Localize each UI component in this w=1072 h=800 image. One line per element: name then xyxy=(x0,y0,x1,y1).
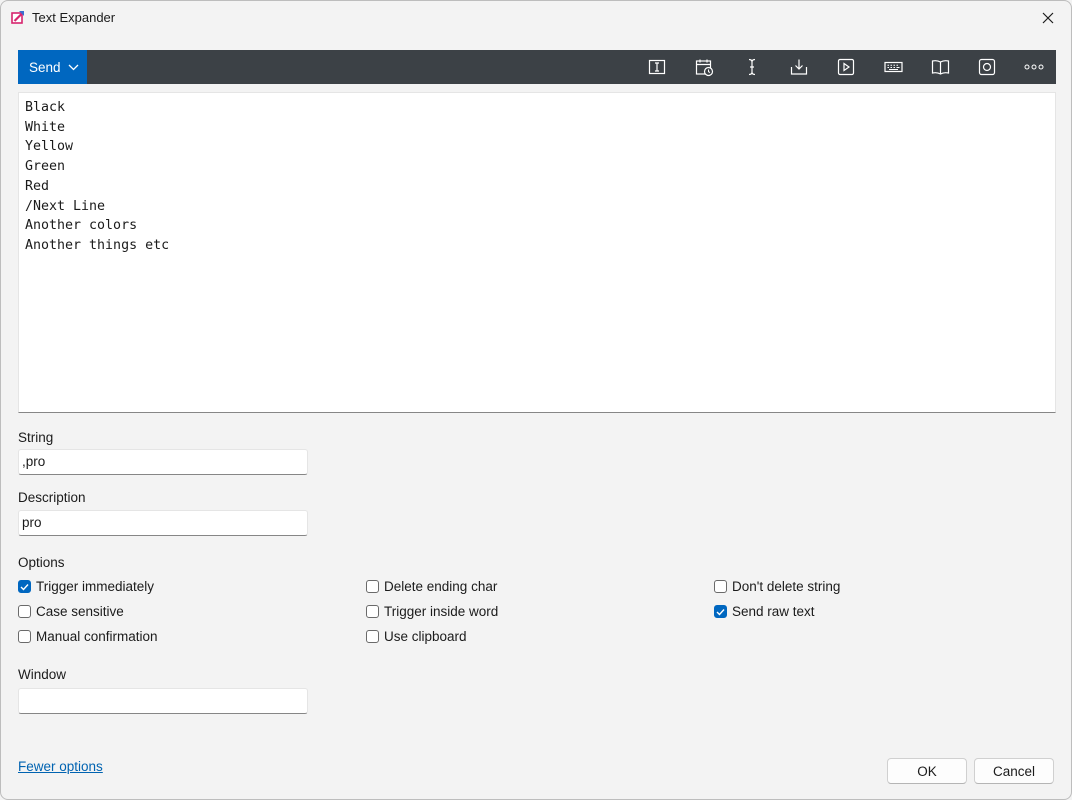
screenshot-capture-button[interactable] xyxy=(977,57,997,77)
description-input[interactable]: pro xyxy=(18,510,308,536)
text-expander-app-icon xyxy=(11,11,24,24)
title-bar: Text Expander xyxy=(1,1,1071,34)
run-macro-icon xyxy=(837,58,855,76)
delete-ending-char-label: Delete ending char xyxy=(384,579,498,594)
screenshot-capture-icon xyxy=(978,58,996,76)
checkbox-unchecked-icon xyxy=(366,605,379,618)
checkbox-unchecked-icon xyxy=(714,580,727,593)
checkbox-unchecked-icon xyxy=(18,605,31,618)
checkbox-checked-icon xyxy=(18,580,31,593)
insert-cursor-button[interactable] xyxy=(742,57,762,77)
insert-text-field-icon xyxy=(648,59,666,75)
more-options-button[interactable] xyxy=(1024,57,1044,77)
trigger-immediately-checkbox[interactable]: Trigger immediately xyxy=(18,579,154,594)
insert-date-time-icon xyxy=(695,59,713,76)
use-clipboard-checkbox[interactable]: Use clipboard xyxy=(366,629,467,644)
description-label: Description xyxy=(18,490,86,505)
trigger-inside-word-checkbox[interactable]: Trigger inside word xyxy=(366,604,498,619)
checkbox-unchecked-icon xyxy=(18,630,31,643)
ok-button[interactable]: OK xyxy=(887,758,967,784)
delete-ending-char-checkbox[interactable]: Delete ending char xyxy=(366,579,497,594)
case-sensitive-checkbox[interactable]: Case sensitive xyxy=(18,604,124,619)
snippet-library-button[interactable] xyxy=(930,57,950,77)
string-label: String xyxy=(18,430,54,445)
insert-clipboard-button[interactable] xyxy=(789,57,809,77)
checkbox-unchecked-icon xyxy=(366,580,379,593)
manual-confirmation-checkbox[interactable]: Manual confirmation xyxy=(18,629,158,644)
dont-delete-string-checkbox[interactable]: Don't delete string xyxy=(714,579,840,594)
dont-delete-string-label: Don't delete string xyxy=(732,579,841,594)
insert-clipboard-icon xyxy=(790,59,808,75)
editor-toolbar: Send xyxy=(18,50,1056,84)
send-raw-text-checkbox[interactable]: Send raw text xyxy=(714,604,815,619)
more-options-icon xyxy=(1024,64,1044,70)
send-dropdown-button[interactable]: Send xyxy=(18,50,87,84)
use-clipboard-label: Use clipboard xyxy=(384,629,467,644)
options-label: Options xyxy=(18,555,65,570)
snippet-content-editor[interactable]: Black White Yellow Green Red /Next Line … xyxy=(18,92,1056,413)
trigger-immediately-label: Trigger immediately xyxy=(36,579,155,594)
insert-text-field-button[interactable] xyxy=(647,57,667,77)
insert-key-icon xyxy=(883,61,903,73)
string-input[interactable]: ,pro xyxy=(18,449,308,475)
close-button[interactable] xyxy=(1025,1,1071,34)
insert-date-time-button[interactable] xyxy=(694,57,714,77)
window-title: Text Expander xyxy=(32,10,116,25)
trigger-inside-word-label: Trigger inside word xyxy=(384,604,499,619)
send-raw-text-label: Send raw text xyxy=(732,604,815,619)
text-expander-dialog: Text Expander Send Black White Yellow Gr… xyxy=(0,0,1072,800)
insert-cursor-icon xyxy=(748,58,756,76)
window-input[interactable] xyxy=(18,688,308,714)
chevron-down-icon xyxy=(68,64,78,71)
run-macro-button[interactable] xyxy=(836,57,856,77)
fewer-options-link[interactable]: Fewer options xyxy=(18,759,103,774)
checkbox-checked-icon xyxy=(714,605,727,618)
insert-key-button[interactable] xyxy=(883,57,903,77)
case-sensitive-label: Case sensitive xyxy=(36,604,124,619)
close-icon xyxy=(1042,12,1054,23)
manual-confirmation-label: Manual confirmation xyxy=(36,629,158,644)
send-label: Send xyxy=(29,59,61,75)
window-label: Window xyxy=(18,667,67,682)
snippet-library-icon xyxy=(931,60,949,75)
checkbox-unchecked-icon xyxy=(366,630,379,643)
cancel-button[interactable]: Cancel xyxy=(974,758,1054,784)
